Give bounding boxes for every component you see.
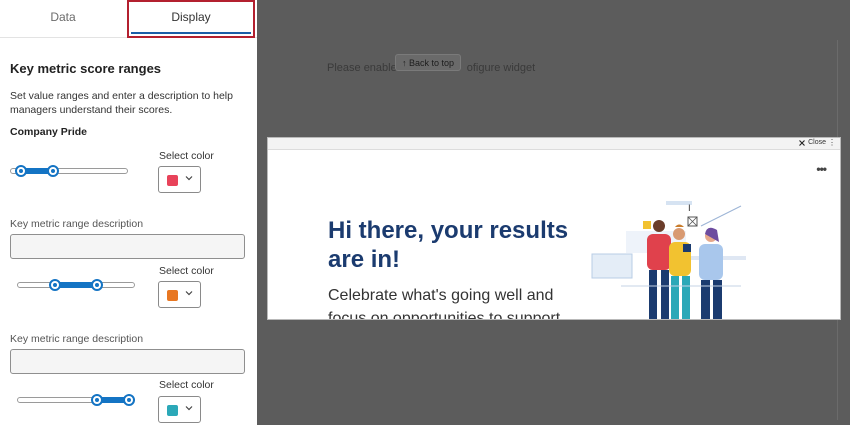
panel-tabs: Data Display xyxy=(0,0,257,38)
close-icon xyxy=(799,139,805,146)
range-slider-1[interactable] xyxy=(10,164,128,178)
metric-name: Company Pride xyxy=(10,126,88,138)
slider-handle-high[interactable] xyxy=(47,165,60,177)
more-vertical-icon[interactable]: ⋮ xyxy=(828,138,836,147)
section-title: Key metric score ranges xyxy=(10,61,162,76)
widget-title: Hi there, your results are in! xyxy=(328,217,569,273)
slider-handle-high[interactable] xyxy=(91,279,104,291)
color-swatch xyxy=(167,175,178,186)
settings-panel: Data Display Key metric score ranges Set… xyxy=(0,0,257,425)
slider-handle-low[interactable] xyxy=(48,279,61,291)
chevron-down-icon xyxy=(185,176,193,181)
color-swatch xyxy=(167,405,178,416)
close-button[interactable]: Close xyxy=(799,139,826,146)
select-color-label: Select color xyxy=(159,150,214,162)
select-color-label: Select color xyxy=(159,265,214,277)
range-description-input-1[interactable] xyxy=(10,234,245,259)
range-slider-3[interactable] xyxy=(17,393,135,407)
color-select-3[interactable] xyxy=(158,396,201,423)
more-horizontal-icon[interactable]: ••• xyxy=(816,162,827,176)
chevron-down-icon xyxy=(185,291,193,296)
range-slider-2[interactable] xyxy=(17,278,135,292)
tab-display[interactable]: Display xyxy=(127,0,255,38)
widget-preview-modal: Close ⋮ ••• Hi there, your results are i… xyxy=(267,137,841,320)
modal-title-bar: Close ⋮ xyxy=(268,138,840,150)
range-description-label: Key metric range description xyxy=(10,218,144,230)
range-description-label: Key metric range description xyxy=(10,333,144,345)
color-select-1[interactable] xyxy=(158,166,201,193)
team-celebration-illustration: I xyxy=(591,201,746,319)
tab-data[interactable]: Data xyxy=(0,0,126,38)
back-to-top-button[interactable]: ↑ Back to top xyxy=(395,54,462,71)
svg-text:I: I xyxy=(688,204,691,214)
range-description-input-2[interactable] xyxy=(10,349,245,374)
color-select-2[interactable] xyxy=(158,281,201,308)
select-color-label: Select color xyxy=(159,379,214,391)
slider-handle-low[interactable] xyxy=(15,165,28,177)
section-description: Set value ranges and enter a description… xyxy=(10,90,233,116)
close-label: Close xyxy=(808,139,826,146)
color-swatch xyxy=(167,290,178,301)
slider-handle-high[interactable] xyxy=(123,394,135,406)
slider-handle-low[interactable] xyxy=(91,394,104,406)
chevron-down-icon xyxy=(185,406,193,411)
widget-subtitle: Celebrate what's going well and focus on… xyxy=(328,287,561,320)
